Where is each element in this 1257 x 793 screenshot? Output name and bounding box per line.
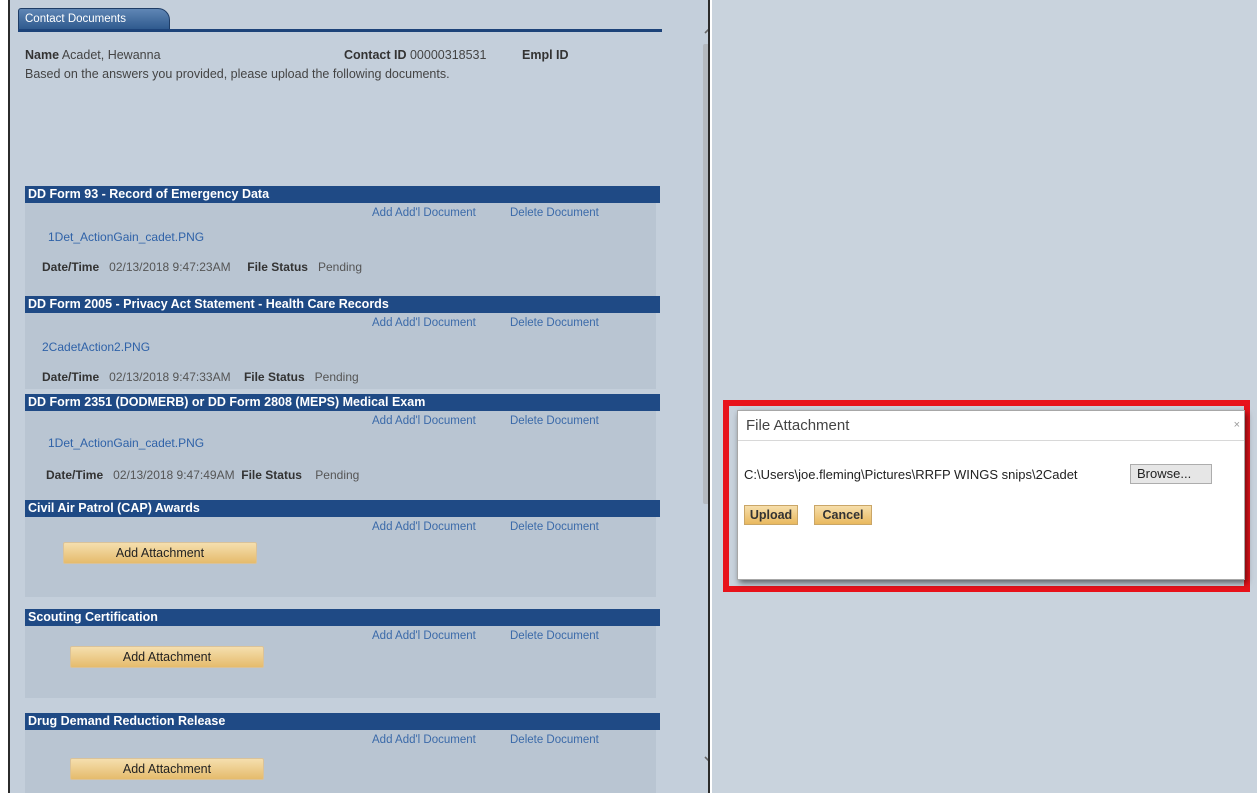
- datetime-value: 02/13/2018 9:47:23AM: [109, 260, 231, 274]
- contact-documents-pane: Contact Documents Name Acadet, Hewanna C…: [8, 0, 710, 793]
- tab-contact-documents[interactable]: Contact Documents: [18, 8, 170, 30]
- delete-document-link[interactable]: Delete Document: [510, 521, 599, 533]
- file-status-value: Pending: [315, 468, 360, 482]
- file-status-value: Pending: [314, 370, 359, 384]
- add-addl-document-link[interactable]: Add Add'l Document: [372, 734, 476, 746]
- delete-document-link[interactable]: Delete Document: [510, 415, 599, 427]
- section-body: Add Add'l Document Delete Document 2Cade…: [25, 313, 656, 389]
- datetime-label: Date/Time: [42, 370, 100, 384]
- delete-document-link[interactable]: Delete Document: [510, 207, 599, 219]
- add-addl-document-link[interactable]: Add Add'l Document: [372, 630, 476, 642]
- section-cap-awards: Civil Air Patrol (CAP) Awards Add Add'l …: [25, 500, 660, 597]
- datetime-label: Date/Time: [42, 260, 100, 274]
- delete-document-link[interactable]: Delete Document: [510, 630, 599, 642]
- section-dd-form-2005: DD Form 2005 - Privacy Act Statement - H…: [25, 296, 660, 389]
- add-attachment-button[interactable]: Add Attachment: [70, 646, 264, 668]
- datetime-value: 02/13/2018 9:47:33AM: [109, 370, 231, 384]
- cancel-button[interactable]: Cancel: [814, 505, 872, 525]
- upload-button[interactable]: Upload: [744, 505, 798, 525]
- section-title: Drug Demand Reduction Release: [25, 713, 660, 730]
- section-body: Add Add'l Document Delete Document 1Det_…: [25, 411, 656, 500]
- file-status-label: File Status: [243, 370, 305, 384]
- empl-id: Empl ID: [522, 48, 569, 62]
- section-title: DD Form 93 - Record of Emergency Data: [25, 186, 660, 203]
- add-addl-document-link[interactable]: Add Add'l Document: [372, 415, 476, 427]
- file-status-label: File Status: [247, 260, 308, 274]
- file-attachment-dialog: File Attachment × C:\Users\joe.fleming\P…: [737, 410, 1245, 580]
- file-info-row: Date/Time 02/13/2018 9:47:33AM File Stat…: [42, 370, 359, 384]
- file-path-input[interactable]: C:\Users\joe.fleming\Pictures\RRFP WINGS…: [744, 464, 1124, 485]
- add-addl-document-link[interactable]: Add Add'l Document: [372, 317, 476, 329]
- file-link[interactable]: 2CadetAction2.PNG: [42, 340, 150, 354]
- section-body: Add Add'l Document Delete Document Add A…: [25, 517, 656, 597]
- section-body: Add Add'l Document Delete Document 1Det_…: [25, 203, 656, 296]
- section-dd-form-2351: DD Form 2351 (DODMERB) or DD Form 2808 (…: [25, 394, 660, 500]
- file-info-row: Date/Time 02/13/2018 9:47:23AM File Stat…: [42, 260, 362, 274]
- chevron-down-icon[interactable]: [702, 752, 710, 766]
- datetime-value: 02/13/2018 9:47:49AM: [113, 468, 235, 482]
- instructions-text: Based on the answers you provided, pleas…: [25, 67, 450, 81]
- contact-id-label: Contact ID: [344, 48, 407, 62]
- section-drug-demand-reduction: Drug Demand Reduction Release Add Add'l …: [25, 713, 660, 793]
- contact-name: Name Acadet, Hewanna: [25, 48, 161, 62]
- tab-underline: [18, 29, 662, 32]
- add-addl-document-link[interactable]: Add Add'l Document: [372, 521, 476, 533]
- name-label: Name: [25, 48, 60, 62]
- browse-button[interactable]: Browse...: [1130, 464, 1212, 484]
- section-dd-form-93: DD Form 93 - Record of Emergency Data Ad…: [25, 186, 660, 296]
- contact-id: Contact ID 00000318531: [344, 48, 486, 62]
- file-info-row: Date/Time 02/13/2018 9:47:49AM File Stat…: [46, 468, 359, 482]
- delete-document-link[interactable]: Delete Document: [510, 734, 599, 746]
- dialog-title: File Attachment: [738, 411, 1244, 441]
- section-scouting-certification: Scouting Certification Add Add'l Documen…: [25, 609, 660, 698]
- contact-id-value: 00000318531: [409, 48, 487, 62]
- datetime-label: Date/Time: [46, 468, 104, 482]
- name-value: Acadet, Hewanna: [61, 48, 161, 62]
- vertical-scrollbar[interactable]: [700, 14, 710, 789]
- file-link[interactable]: 1Det_ActionGain_cadet.PNG: [48, 436, 204, 450]
- scrollbar-thumb[interactable]: [703, 44, 708, 504]
- chevron-up-icon[interactable]: [702, 24, 710, 38]
- section-title: Scouting Certification: [25, 609, 660, 626]
- section-title: Civil Air Patrol (CAP) Awards: [25, 500, 660, 517]
- file-status-label: File Status: [241, 468, 302, 482]
- file-link[interactable]: 1Det_ActionGain_cadet.PNG: [48, 230, 204, 244]
- section-body: Add Add'l Document Delete Document Add A…: [25, 730, 656, 793]
- section-body: Add Add'l Document Delete Document Add A…: [25, 626, 656, 698]
- right-pane: [712, 0, 1257, 793]
- add-attachment-button[interactable]: Add Attachment: [63, 542, 257, 564]
- section-title: DD Form 2351 (DODMERB) or DD Form 2808 (…: [25, 394, 660, 411]
- close-icon[interactable]: ×: [1234, 419, 1240, 431]
- add-attachment-button[interactable]: Add Attachment: [70, 758, 264, 780]
- add-addl-document-link[interactable]: Add Add'l Document: [372, 207, 476, 219]
- empl-id-label: Empl ID: [522, 48, 569, 62]
- file-status-value: Pending: [317, 260, 363, 274]
- delete-document-link[interactable]: Delete Document: [510, 317, 599, 329]
- section-title: DD Form 2005 - Privacy Act Statement - H…: [25, 296, 660, 313]
